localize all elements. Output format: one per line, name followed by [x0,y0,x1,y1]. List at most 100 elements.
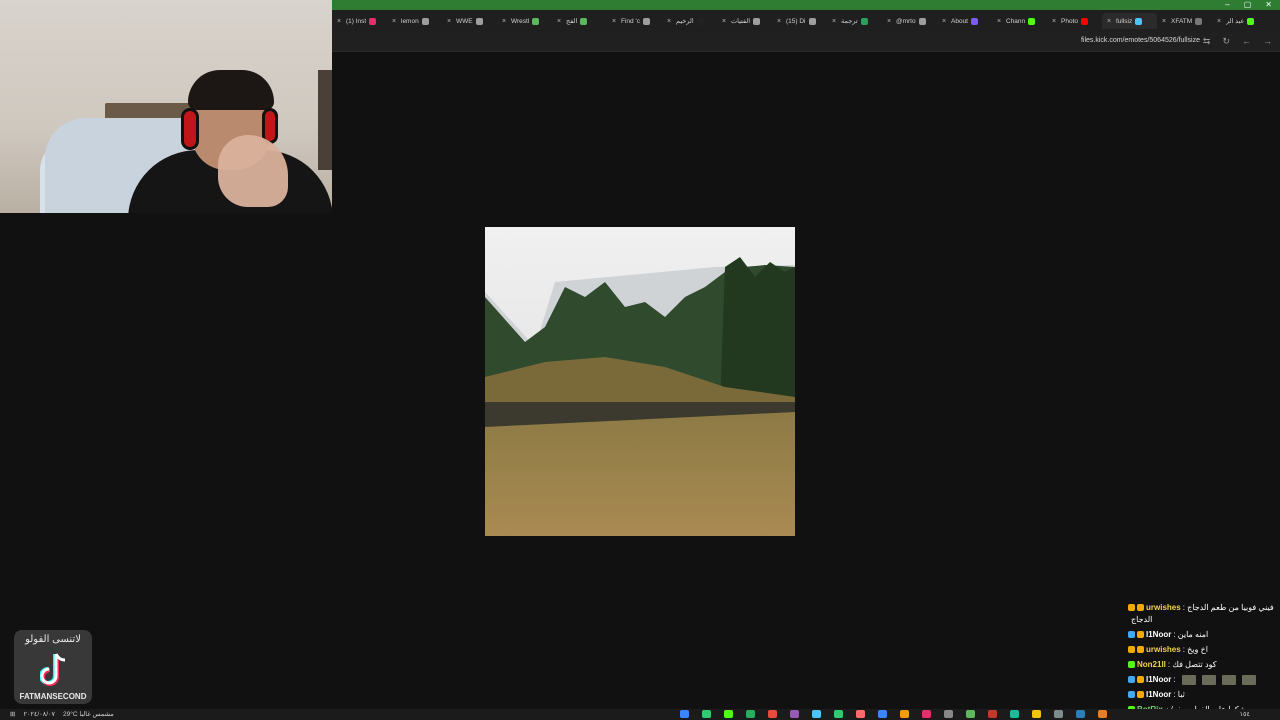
chat-username[interactable]: Non21ll [1137,659,1166,670]
taskbar-app-icon[interactable] [724,710,733,718]
tab-close-icon[interactable]: × [940,18,948,25]
browser-tab[interactable]: × About [937,13,992,29]
chat-overlay: urwishes : فيني فوبيا من طعم الدجاج الدجا… [1128,602,1278,719]
chat-text: : [1173,675,1176,684]
close-window-button[interactable]: ✕ [1265,0,1272,10]
browser-tab[interactable]: × (15) Di [772,13,827,29]
translate-icon[interactable]: ⇆ [1203,36,1211,47]
toolbar-icons: ⇆ ↻ ← → [1203,36,1272,47]
browser-tab[interactable]: × WWE [442,13,497,29]
chat-emote-icon [1241,674,1256,685]
taskbar-app-icon[interactable] [1010,710,1019,718]
emote-fullsize-image [485,227,795,536]
browser-tab[interactable]: × Chann [992,13,1047,29]
taskbar-app-icon[interactable] [1054,710,1063,718]
tab-label: lemon [401,17,419,25]
tiktok-icon [40,653,66,686]
browser-tab[interactable]: × Wrestl [497,13,552,29]
minimize-button[interactable]: – [1225,0,1229,10]
taskbar-app-icon[interactable] [790,710,799,718]
window-controls: – ▢ ✕ [1225,0,1272,10]
taskbar-app-icon[interactable] [944,710,953,718]
chat-username[interactable]: l1Noor [1146,689,1171,700]
browser-tab[interactable]: × الفتيات [717,13,772,29]
taskbar-app-icon[interactable] [834,710,843,718]
reload-icon[interactable]: ↻ [1222,36,1230,47]
taskbar-app-icon[interactable] [768,710,777,718]
browser-tab[interactable]: × الفج [552,13,607,29]
taskbar-app-icon[interactable] [1032,710,1041,718]
browser-tab[interactable]: × (1) Inst [332,13,387,29]
tab-close-icon[interactable]: × [665,18,673,25]
tab-close-icon[interactable]: × [1050,18,1058,25]
browser-tab[interactable]: × عبد الر [1212,13,1267,29]
tab-favicon-icon [1247,17,1255,25]
address-bar[interactable]: files.kick.com/emotes/5064526/fullsize [1081,37,1200,44]
chat-badge-icon [1137,646,1144,653]
browser-tab[interactable]: × XFATM [1157,13,1212,29]
chat-badge-icon [1128,691,1135,698]
chat-username[interactable]: l1Noor [1146,674,1171,685]
chat-username[interactable]: urwishes [1146,644,1181,655]
taskbar-app-icon[interactable] [702,710,711,718]
tab-label: (15) Di [786,17,806,25]
browser-tab[interactable]: × lemon [387,13,442,29]
taskbar-app-icon[interactable] [922,710,931,718]
tab-close-icon[interactable]: × [610,18,618,25]
tab-close-icon[interactable]: × [500,18,508,25]
taskbar-app-icon[interactable] [746,710,755,718]
back-icon[interactable]: ← [1242,36,1251,47]
taskbar-app-icon[interactable] [900,710,909,718]
taskbar-app-icon[interactable] [1076,710,1085,718]
taskbar-apps [680,710,1107,718]
taskbar-app-icon[interactable] [988,710,997,718]
window-titlebar [332,0,1280,10]
maximize-button[interactable]: ▢ [1244,0,1252,10]
tab-close-icon[interactable]: × [390,18,398,25]
chat-username[interactable]: l1Noor [1146,629,1171,640]
tab-close-icon[interactable]: × [1160,18,1168,25]
taskbar-app-icon[interactable] [966,710,975,718]
tab-label: Photo [1061,17,1078,25]
tab-label: XFATM [1171,17,1193,25]
forward-icon[interactable]: → [1263,36,1272,47]
browser-tab[interactable]: × ترجمة [827,13,882,29]
browser-tab[interactable]: × @mrto [882,13,937,29]
start-icon[interactable]: ⊞ [10,710,15,718]
tab-label: Wrestl [511,17,530,25]
tab-close-icon[interactable]: × [555,18,563,25]
chat-message: urwishes : فيني فوبيا من طعم الدجاج [1128,602,1278,613]
tab-close-icon[interactable]: × [885,18,893,25]
tab-close-icon[interactable]: × [335,18,343,25]
streamer-hair [188,70,274,110]
browser-tab[interactable]: × fullsiz [1102,13,1157,29]
chat-emote-icon [1201,674,1216,685]
tab-label: fullsiz [1116,17,1133,25]
chat-username[interactable]: urwishes [1146,602,1181,613]
tab-close-icon[interactable]: × [995,18,1003,25]
tab-favicon-icon [753,17,761,25]
taskbar-date: ٢٠٢٤/٠٨/٠٧ [23,711,55,718]
tab-close-icon[interactable]: × [445,18,453,25]
tab-favicon-icon [696,17,704,25]
browser-tab[interactable]: × Photo [1047,13,1102,29]
taskbar-app-icon[interactable] [680,710,689,718]
taskbar-app-icon[interactable] [812,710,821,718]
taskbar-app-icon[interactable] [856,710,865,718]
chat-text: : امنه ماين [1173,630,1209,639]
tab-close-icon[interactable]: × [1105,18,1113,25]
browser-tab[interactable]: × الرخيم [662,13,717,29]
browser-tab[interactable]: × Find 'c [607,13,662,29]
chat-badge-icon [1137,676,1144,683]
weather-widget[interactable]: 29°C مشمس غالبا [63,710,114,718]
taskbar-app-icon[interactable] [878,710,887,718]
chat-badge-icon [1128,676,1135,683]
background-door [318,70,332,170]
tab-close-icon[interactable]: × [1215,18,1223,25]
chat-message: Non21ll : كود تتصل فك [1128,659,1278,670]
taskbar: ⊞ ٢٠٢٤/٠٨/٠٧ 29°C مشمس غالبا ١٥٤ [0,709,1280,720]
tab-close-icon[interactable]: × [830,18,838,25]
tab-close-icon[interactable]: × [775,18,783,25]
taskbar-app-icon[interactable] [1098,710,1107,718]
tab-close-icon[interactable]: × [720,18,728,25]
